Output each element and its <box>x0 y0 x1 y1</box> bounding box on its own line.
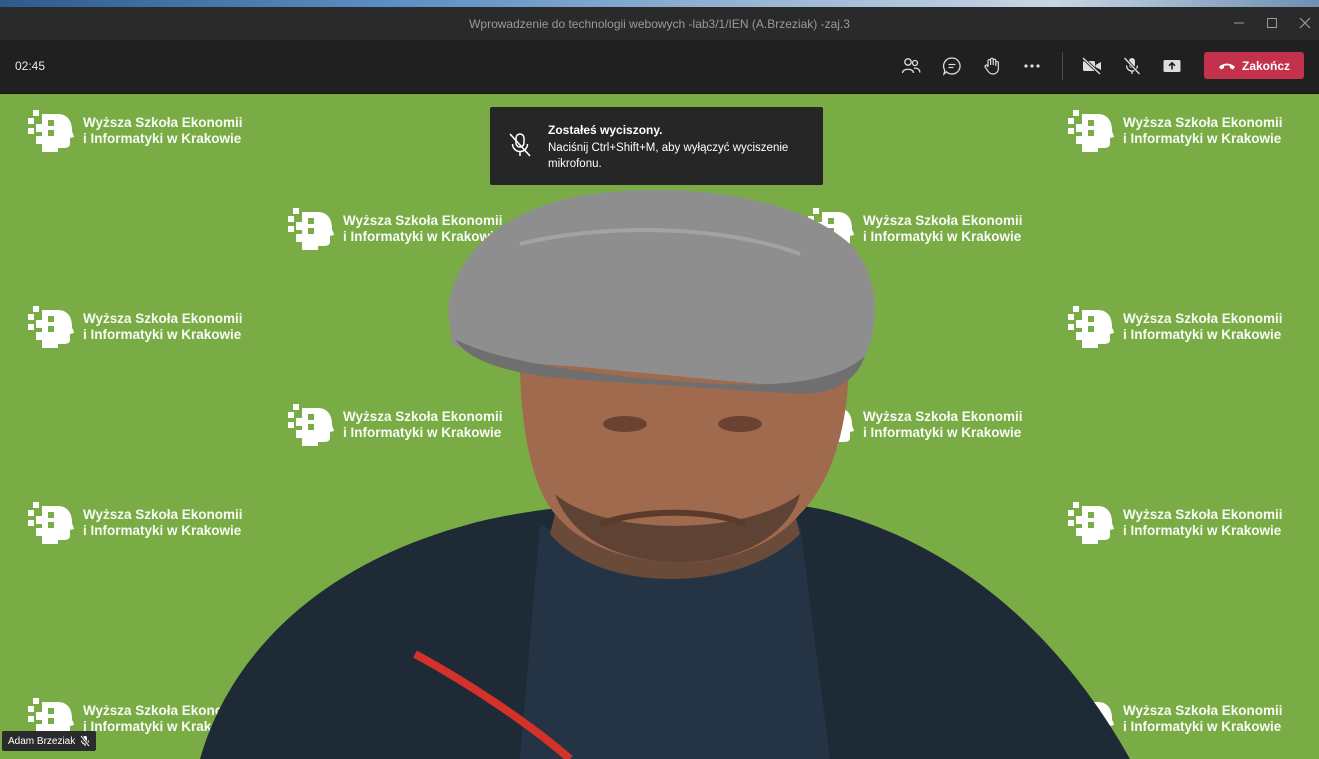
end-call-button[interactable]: Zakończ <box>1204 52 1304 79</box>
participants-icon <box>901 58 921 74</box>
end-call-label: Zakończ <box>1241 58 1290 73</box>
hang-up-icon <box>1218 63 1235 69</box>
share-screen-icon <box>1163 60 1181 72</box>
close-icon <box>1299 17 1311 29</box>
video-stage: Wyższa Szkoła Ekonomii i Informatyki w Kr… <box>0 94 1319 759</box>
more-icon <box>1024 64 1040 68</box>
toast-message: Naciśnij Ctrl+Shift+M, aby wyłączyć wyci… <box>548 142 789 170</box>
chat-icon <box>942 57 961 76</box>
share-screen-button[interactable] <box>1158 53 1186 79</box>
mic-toggle-button[interactable] <box>1118 53 1146 79</box>
muted-notification: Zostałeś wyciszony. Naciśnij Ctrl+Shift+… <box>490 107 823 185</box>
meeting-toolbar: 02:45 Zakończ <box>0 40 1319 94</box>
chat-button[interactable] <box>938 53 966 79</box>
participant-video <box>200 189 1130 759</box>
close-button[interactable] <box>1290 13 1319 33</box>
desktop-background-strip <box>0 0 1319 7</box>
mic-off-icon <box>80 735 91 747</box>
maximize-icon <box>1267 18 1277 28</box>
mic-off-icon <box>509 133 531 157</box>
participants-button[interactable] <box>897 53 925 79</box>
camera-toggle-button[interactable] <box>1078 53 1106 79</box>
raise-hand-icon <box>984 57 999 75</box>
minimize-icon <box>1234 22 1244 24</box>
participant-name: Adam Brzeziak <box>8 735 76 747</box>
toast-title: Zostałeś wyciszony. <box>548 123 663 137</box>
call-timer: 02:45 <box>15 59 46 73</box>
maximize-button[interactable] <box>1257 13 1287 33</box>
window-titlebar: Wprowadzenie do technologii webowych -la… <box>0 7 1319 40</box>
participant-name-tag: Adam Brzeziak <box>2 731 97 751</box>
toolbar-divider <box>1062 52 1063 80</box>
raise-hand-button[interactable] <box>978 53 1006 79</box>
camera-off-icon <box>1081 57 1102 75</box>
mic-off-icon <box>1123 56 1141 76</box>
window-title: Wprowadzenie do technologii webowych -la… <box>469 17 850 31</box>
more-options-button[interactable] <box>1018 53 1046 79</box>
minimize-button[interactable] <box>1224 13 1254 33</box>
